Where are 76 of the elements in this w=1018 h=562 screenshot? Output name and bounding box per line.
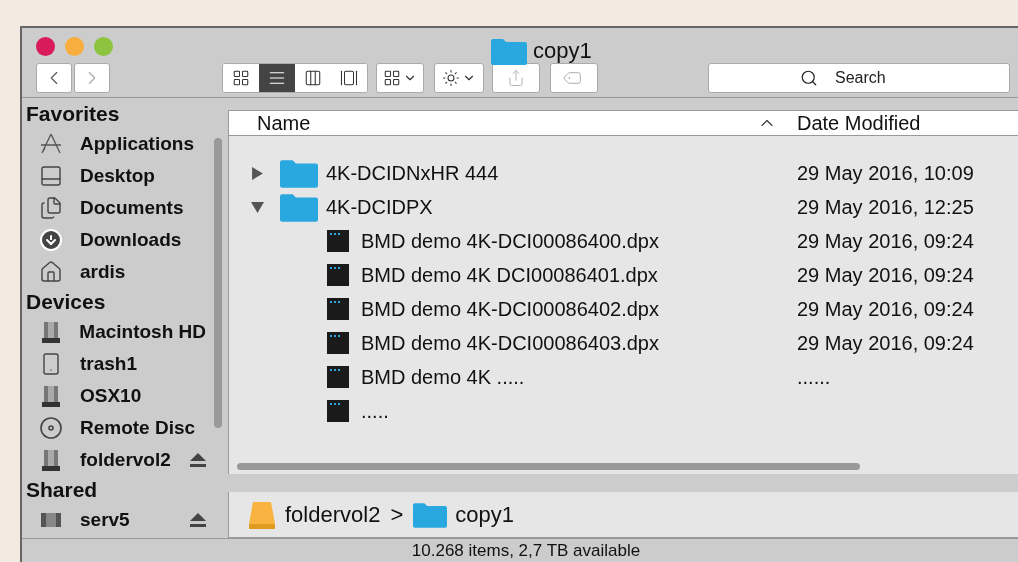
scrollbar[interactable] bbox=[214, 138, 222, 428]
sidebar-item[interactable]: Downloads bbox=[26, 224, 228, 256]
path-item[interactable]: foldervol2 bbox=[247, 498, 381, 531]
date-modified: 29 May 2016, 09:24 bbox=[797, 332, 974, 354]
date-modified: ...... bbox=[797, 366, 831, 388]
sidebar-item[interactable]: ardis bbox=[26, 256, 228, 288]
folder-icon bbox=[413, 501, 448, 528]
file-name: BMD demo 4K DCI00086401.dpx bbox=[361, 263, 658, 288]
file-icon bbox=[327, 366, 349, 388]
date-modified: 29 May 2016, 09:24 bbox=[797, 298, 974, 320]
sidebar-item[interactable]: Desktop bbox=[26, 160, 228, 192]
sidebar-item[interactable]: foldervol2 bbox=[26, 444, 228, 476]
grid-icon bbox=[232, 69, 250, 87]
file-name: 4K-DCIDNxHR 444 bbox=[326, 161, 499, 186]
columns-icon bbox=[304, 69, 322, 87]
status-text: 10.268 items, 2,7 TB available bbox=[411, 539, 641, 562]
drive-icon bbox=[40, 320, 61, 344]
sidebar-item[interactable]: Remote Disc bbox=[26, 412, 228, 444]
disc-icon bbox=[39, 416, 63, 440]
sidebar-item[interactable]: Macintosh HD bbox=[26, 316, 228, 348]
share-icon bbox=[507, 69, 525, 87]
file-name: BMD demo 4K-DCI00086400.dpx bbox=[361, 229, 659, 254]
sidebar-section-title: Devices bbox=[26, 289, 107, 315]
search-icon bbox=[800, 69, 818, 87]
folder-icon bbox=[280, 192, 318, 222]
column-header[interactable]: Name bbox=[257, 108, 757, 138]
action-button[interactable] bbox=[434, 63, 484, 93]
file-icon bbox=[327, 230, 349, 252]
sidebar-item[interactable]: serv5 bbox=[26, 504, 228, 536]
sidebar-section-title: Favorites bbox=[26, 101, 121, 127]
server-icon bbox=[41, 513, 61, 527]
column-header[interactable]: Date Modified bbox=[797, 108, 1018, 138]
sidebar-item[interactable]: Applications bbox=[26, 128, 228, 160]
file-name: BMD demo 4K ..... bbox=[361, 365, 525, 390]
arrange-button[interactable] bbox=[376, 63, 424, 93]
drive-icon bbox=[41, 448, 61, 472]
desktop-icon bbox=[39, 164, 63, 188]
window-title: copy1 bbox=[533, 37, 592, 65]
file-name: 4K-DCIDPX bbox=[326, 195, 433, 220]
expanded-triangle-icon[interactable] bbox=[251, 200, 264, 214]
file-icon bbox=[327, 264, 349, 286]
folder-icon bbox=[491, 36, 527, 65]
app-store-icon bbox=[39, 132, 63, 156]
gallery-icon bbox=[340, 69, 358, 87]
date-modified: 29 May 2016, 09:24 bbox=[797, 264, 974, 286]
date-modified: 29 May 2016, 12:25 bbox=[797, 196, 974, 218]
file-icon bbox=[327, 298, 349, 320]
view-mode-button[interactable] bbox=[259, 64, 295, 92]
collapsed-triangle-icon[interactable] bbox=[251, 166, 264, 180]
download-icon bbox=[39, 228, 63, 252]
path-item[interactable]: copy1 bbox=[413, 498, 514, 531]
close-button[interactable] bbox=[36, 36, 55, 56]
sidebar-item[interactable]: Documents bbox=[26, 192, 228, 224]
sidebar-section-title: Shared bbox=[26, 477, 99, 503]
file-icon bbox=[327, 332, 349, 354]
documents-icon bbox=[39, 196, 63, 220]
path-separator: > bbox=[390, 501, 404, 529]
horizontal-scrollbar[interactable] bbox=[237, 463, 860, 470]
share-button[interactable] bbox=[492, 63, 540, 93]
folder-icon bbox=[280, 158, 318, 188]
drive-icon bbox=[247, 499, 277, 530]
eject-icon[interactable] bbox=[190, 453, 206, 467]
search-field[interactable]: Search bbox=[708, 63, 1010, 93]
file-name: BMD demo 4K-DCI00086403.dpx bbox=[361, 331, 659, 356]
home-icon bbox=[39, 260, 63, 284]
date-modified: 29 May 2016, 10:09 bbox=[797, 162, 974, 184]
file-name: BMD demo 4K-DCI00086402.dpx bbox=[361, 297, 659, 322]
arrange-icon bbox=[383, 69, 401, 87]
file-name: ..... bbox=[361, 399, 389, 424]
file-icon bbox=[327, 400, 349, 422]
eject-icon[interactable] bbox=[190, 513, 206, 527]
sidebar-item[interactable]: OSX10 bbox=[26, 380, 228, 412]
list-icon bbox=[268, 69, 286, 87]
drive-icon bbox=[41, 384, 61, 408]
sidebar-item[interactable]: trash1 bbox=[26, 348, 228, 380]
date-modified: 29 May 2016, 09:24 bbox=[797, 230, 974, 252]
